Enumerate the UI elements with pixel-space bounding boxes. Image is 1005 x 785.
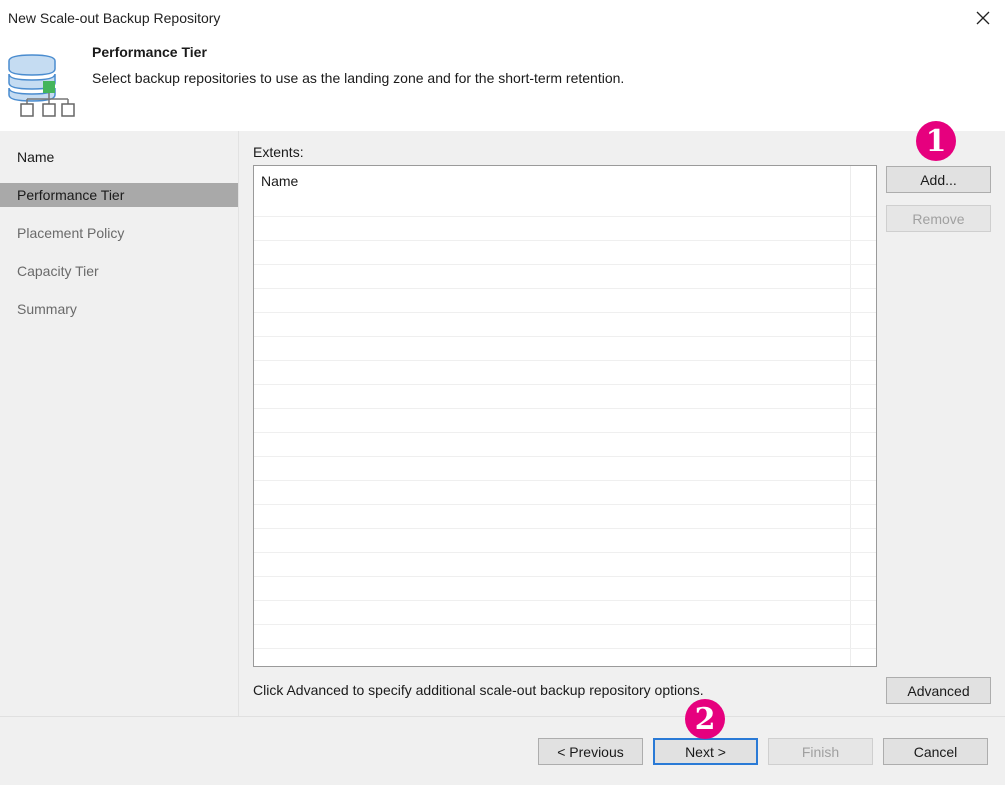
database-network-icon [6, 54, 78, 120]
wizard-steps-sidebar: Name Performance Tier Placement Policy C… [0, 131, 239, 716]
sidebar-item-placement-policy: Placement Policy [17, 225, 125, 241]
grid-line [254, 432, 876, 433]
grid-line [254, 456, 876, 457]
list-header[interactable]: Name [254, 166, 850, 216]
step-badge-2: 2 [685, 699, 725, 739]
grid-line [254, 648, 876, 649]
page-description: Select backup repositories to use as the… [92, 70, 625, 86]
grid-line [254, 624, 876, 625]
close-icon [976, 11, 990, 25]
grid-line [254, 408, 876, 409]
extents-list[interactable]: Name [253, 165, 877, 667]
page-title: Performance Tier [92, 44, 207, 60]
grid-line [254, 552, 876, 553]
grid-line [254, 528, 876, 529]
advanced-hint-text: Click Advanced to specify additional sca… [253, 682, 704, 698]
grid-line [254, 312, 876, 313]
grid-line [254, 360, 876, 361]
grid-line [254, 480, 876, 481]
sidebar-item-name[interactable]: Name [0, 145, 238, 169]
grid-line [254, 504, 876, 505]
add-button[interactable]: Add... [886, 166, 991, 193]
sidebar-item-summary: Summary [17, 301, 77, 317]
step-badge-1: 1 [916, 121, 956, 161]
grid-line [254, 600, 876, 601]
sidebar-item-capacity-tier: Capacity Tier [17, 263, 99, 279]
close-button[interactable] [968, 4, 998, 32]
grid-line [254, 216, 876, 217]
grid-line [254, 240, 876, 241]
extents-label: Extents: [253, 144, 304, 160]
grid-line [254, 288, 876, 289]
finish-button[interactable]: Finish [768, 738, 873, 765]
column-header-name[interactable]: Name [261, 173, 298, 189]
advanced-button[interactable]: Advanced [886, 677, 991, 704]
sidebar-item-performance-tier[interactable]: Performance Tier [0, 183, 238, 207]
grid-line [254, 576, 876, 577]
grid-line [254, 264, 876, 265]
cancel-button[interactable]: Cancel [883, 738, 988, 765]
column-divider [850, 166, 851, 666]
previous-button[interactable]: < Previous [538, 738, 643, 765]
grid-line [254, 336, 876, 337]
next-button[interactable]: Next > [653, 738, 758, 765]
remove-button[interactable]: Remove [886, 205, 991, 232]
window-title: New Scale-out Backup Repository [8, 10, 221, 26]
grid-line [254, 384, 876, 385]
